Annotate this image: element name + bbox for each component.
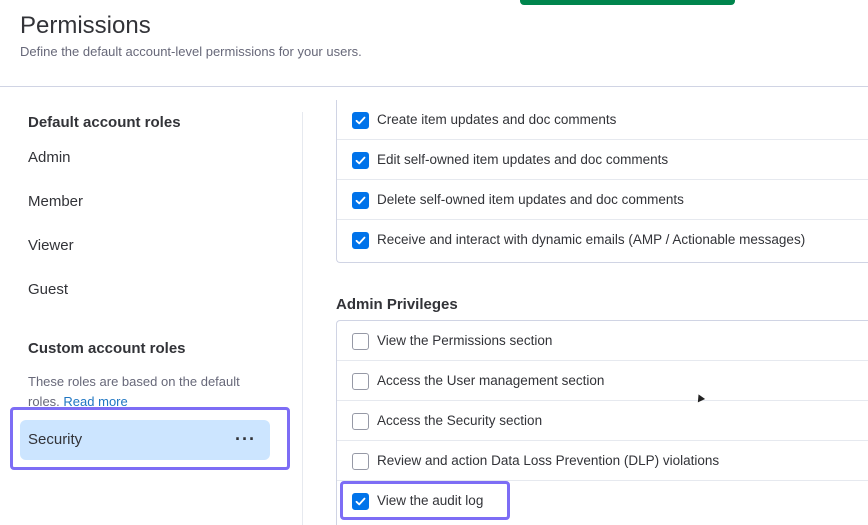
general-permissions-list: Create item updates and doc comments Edi… [336, 100, 868, 263]
header-divider [0, 86, 868, 87]
admin-privileges-heading: Admin Privileges [336, 296, 458, 313]
default-roles-heading: Default account roles [28, 114, 181, 131]
permission-label: Create item updates and doc comments [377, 112, 617, 127]
permission-label: View the audit log [377, 493, 484, 508]
sidebar-item-viewer[interactable]: Viewer [28, 237, 74, 254]
permission-checkbox[interactable] [352, 413, 369, 430]
sidebar-item-admin[interactable]: Admin [28, 149, 71, 166]
permission-row[interactable]: Receive and interact with dynamic emails… [337, 220, 868, 260]
custom-roles-heading: Custom account roles [28, 340, 186, 357]
permission-label: View the Permissions section [377, 333, 553, 348]
permission-label: Access the User management section [377, 373, 605, 388]
top-action-button-edge[interactable] [520, 0, 735, 5]
permission-label: Receive and interact with dynamic emails… [377, 232, 806, 247]
permission-row[interactable]: View the Permissions section [337, 321, 868, 361]
permission-checkbox[interactable] [352, 333, 369, 350]
permission-label: Access the Security section [377, 413, 543, 428]
permission-checkbox-checked[interactable] [352, 152, 369, 169]
permission-checkbox-checked[interactable] [352, 493, 369, 510]
sidebar-divider [302, 112, 303, 525]
page-title: Permissions [20, 12, 151, 39]
permission-row[interactable]: Access the Security section [337, 401, 868, 441]
permission-label: Review and action Data Loss Prevention (… [377, 453, 720, 468]
permission-checkbox-checked[interactable] [352, 112, 369, 129]
permission-row-audit-log[interactable]: View the audit log [337, 481, 868, 521]
permission-row[interactable]: Create item updates and doc comments [337, 100, 868, 140]
permission-label: Edit self-owned item updates and doc com… [377, 152, 669, 167]
permission-row[interactable]: Edit self-owned item updates and doc com… [337, 140, 868, 180]
security-highlight-frame [10, 407, 290, 470]
permission-row[interactable]: Delete self-owned item updates and doc c… [337, 180, 868, 220]
permission-row[interactable]: Access the User management section [337, 361, 868, 401]
permission-row[interactable]: Review and action Data Loss Prevention (… [337, 441, 868, 481]
custom-roles-desc-text: These roles are based on the default rol… [28, 374, 240, 409]
custom-roles-description: These roles are based on the default rol… [28, 372, 268, 412]
admin-permissions-list: View the Permissions section Access the … [336, 320, 868, 525]
page-subtitle: Define the default account-level permiss… [20, 44, 362, 59]
permission-checkbox-checked[interactable] [352, 192, 369, 209]
permission-checkbox[interactable] [352, 453, 369, 470]
sidebar-item-member[interactable]: Member [28, 193, 83, 210]
permission-checkbox[interactable] [352, 373, 369, 390]
permission-checkbox-checked[interactable] [352, 232, 369, 249]
permission-label: Delete self-owned item updates and doc c… [377, 192, 684, 207]
sidebar-item-guest[interactable]: Guest [28, 281, 68, 298]
